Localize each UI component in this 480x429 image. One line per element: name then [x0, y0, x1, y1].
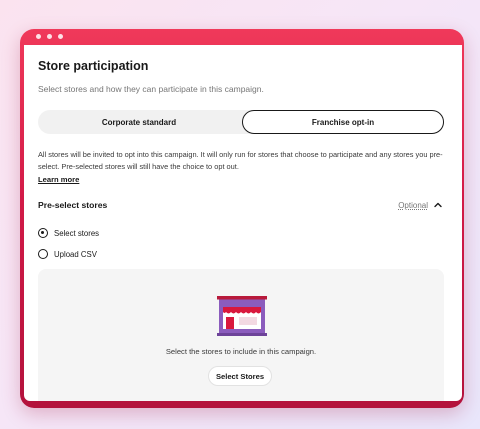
section-subtitle: Select stores and how they can participa… [38, 84, 264, 94]
window-dot-icon [47, 34, 52, 39]
radio-button[interactable] [38, 249, 48, 259]
radio-button-checked[interactable] [38, 228, 48, 238]
learn-more-link[interactable]: Learn more [38, 175, 79, 184]
window-dot-icon [36, 34, 41, 39]
optional-label: Optional [398, 201, 428, 210]
window-dot-icon [58, 34, 63, 39]
select-stores-empty-state: Select the stores to include in this cam… [38, 269, 444, 401]
window-controls [36, 34, 63, 39]
radio-upload-csv[interactable]: Upload CSV [38, 249, 97, 259]
chevron-up-icon[interactable] [432, 199, 444, 211]
participation-description: All stores will be invited to opt into t… [38, 150, 443, 171]
preselect-stores-heading: Pre-select stores [38, 200, 108, 210]
select-stores-button[interactable]: Select Stores [208, 366, 272, 386]
participation-mode-toggle: Corporate standard Franchise opt-in [38, 110, 444, 134]
storefront-icon [217, 296, 267, 336]
empty-state-text: Select the stores to include in this cam… [165, 347, 317, 356]
radio-select-stores[interactable]: Select stores [38, 228, 99, 238]
section-title: Store participation [38, 59, 149, 73]
corporate-standard-option[interactable]: Corporate standard [38, 110, 240, 134]
radio-label: Upload CSV [54, 249, 97, 259]
radio-label: Select stores [54, 228, 100, 238]
franchise-opt-in-option[interactable]: Franchise opt-in [242, 110, 444, 134]
store-participation-panel: Store participation Select stores and ho… [24, 45, 462, 401]
